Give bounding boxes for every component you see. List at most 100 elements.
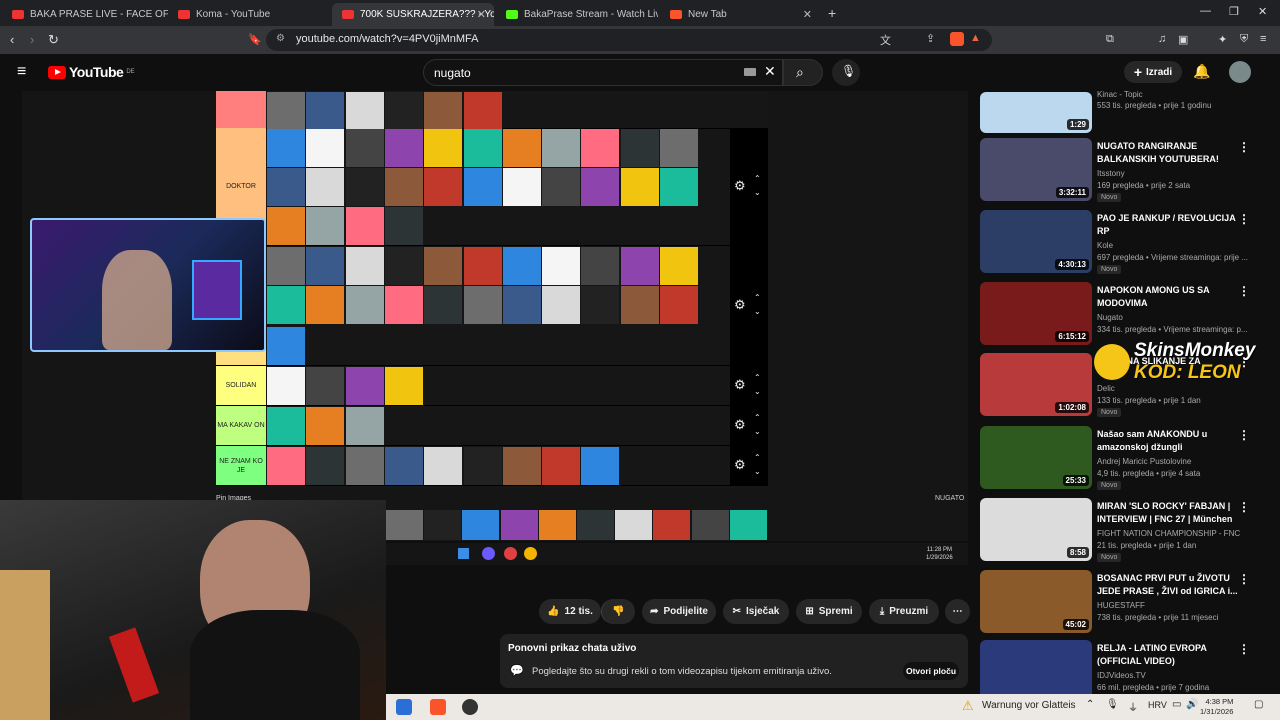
tab-4[interactable]: BakaPrase Stream - Watch Live on Ki <box>496 3 658 26</box>
obs-taskbar-icon[interactable] <box>462 699 478 715</box>
tier-item-thumbnail[interactable] <box>306 407 345 445</box>
extensions-icon[interactable]: ⧉ <box>1106 33 1114 46</box>
video-title[interactable]: NUGATO RANGIRANJE BALKANSKIH YOUTUBERA! <box>1097 140 1247 166</box>
tier-item-thumbnail[interactable] <box>424 129 463 167</box>
tier-item-thumbnail[interactable] <box>620 168 659 206</box>
like-button[interactable]: 👍 12 tis. <box>539 599 601 624</box>
brave-shields-icon[interactable] <box>950 32 964 46</box>
tier-item-thumbnail[interactable] <box>345 92 384 130</box>
search-button[interactable]: ⌕ <box>783 59 823 86</box>
move-up-icon[interactable]: ⌃ <box>754 373 761 382</box>
close-tab-icon[interactable]: ✕ <box>477 8 486 21</box>
tier-item-thumbnail[interactable] <box>424 447 463 485</box>
tier-item-thumbnail[interactable] <box>463 447 502 485</box>
weather-warning[interactable]: Warnung vor Glatteis <box>982 700 1076 711</box>
menu-icon[interactable]: ≡ <box>1260 33 1266 45</box>
tier-item-thumbnail[interactable] <box>345 286 384 324</box>
tab-1[interactable]: BAKA PRASE LIVE - FACE OFF PRE <box>2 3 168 26</box>
move-up-icon[interactable]: ⌃ <box>754 293 761 302</box>
more-options-icon[interactable]: ⋮ <box>1238 284 1250 298</box>
channel-name[interactable]: Andrej Maricic Pustolovine <box>1097 457 1191 466</box>
address-bar[interactable]: ⚙ youtube.com/watch?v=4PV0jiMnMFA 文 ⇪ ▲ <box>266 29 992 51</box>
tier-item-thumbnail[interactable] <box>384 247 423 285</box>
tier-item-thumbnail[interactable] <box>660 286 698 324</box>
site-info-icon[interactable]: ⚙ <box>276 33 285 44</box>
video-thumbnail[interactable]: 45:02 <box>980 570 1092 633</box>
clip-button[interactable]: ✂ Isječak <box>723 599 789 624</box>
media-icon[interactable]: ♫ <box>1158 33 1166 45</box>
more-options-icon[interactable]: ⋮ <box>1238 572 1250 586</box>
tier-item-thumbnail[interactable] <box>542 168 581 206</box>
unranked-thumbnail[interactable] <box>577 510 614 540</box>
settings-gear-icon[interactable]: ⚙ <box>734 417 746 433</box>
video-title[interactable]: Našao sam ANAKONDU u amazonskoj džungli <box>1097 428 1247 454</box>
move-down-icon[interactable]: ⌄ <box>754 387 761 396</box>
tier-item-thumbnail[interactable] <box>345 447 384 485</box>
unranked-thumbnail[interactable] <box>691 510 729 540</box>
minimize-icon[interactable]: — <box>1200 5 1211 17</box>
tier-item-thumbnail[interactable] <box>306 367 345 405</box>
tier-item-thumbnail[interactable] <box>345 247 384 285</box>
tier-item-thumbnail[interactable] <box>502 286 541 324</box>
unranked-thumbnail[interactable] <box>424 510 462 540</box>
tier-item-thumbnail[interactable] <box>267 407 305 445</box>
move-up-icon[interactable]: ⌃ <box>754 174 761 183</box>
more-options-icon[interactable]: ⋮ <box>1238 500 1250 514</box>
move-up-icon[interactable]: ⌃ <box>754 413 761 422</box>
search-input[interactable]: nugato ✕ <box>423 59 783 86</box>
notification-icon[interactable]: ▢ <box>1254 699 1263 710</box>
tier-item-thumbnail[interactable] <box>267 207 305 245</box>
tab-3-active[interactable]: 700K SUSKRAJZERA??? - YouTub ✕ <box>332 3 494 26</box>
tier-item-thumbnail[interactable] <box>267 367 305 405</box>
tier-item-thumbnail[interactable] <box>267 286 305 324</box>
system-clock[interactable]: 4:38 PM 1/31/2026 <box>1200 697 1233 717</box>
tier-item-thumbnail[interactable] <box>384 129 423 167</box>
unranked-thumbnail[interactable] <box>386 510 423 540</box>
unranked-thumbnail[interactable] <box>729 510 767 540</box>
tier-item-thumbnail[interactable] <box>581 286 620 324</box>
channel-name[interactable]: Kole <box>1097 241 1113 250</box>
input-language[interactable]: HRV <box>1148 700 1167 710</box>
tier-item-thumbnail[interactable] <box>384 367 423 405</box>
tier-item-thumbnail[interactable] <box>542 286 581 324</box>
tier-item-thumbnail[interactable] <box>345 168 384 206</box>
new-tab-plus-icon[interactable]: + <box>828 5 836 21</box>
tier-item-thumbnail[interactable] <box>306 129 345 167</box>
move-down-icon[interactable]: ⌄ <box>754 307 761 316</box>
move-up-icon[interactable]: ⌃ <box>754 453 761 462</box>
video-thumbnail[interactable]: 4:30:13 <box>980 210 1092 273</box>
tier-item-thumbnail[interactable] <box>384 286 423 324</box>
tier-item-thumbnail[interactable] <box>660 129 698 167</box>
youtube-logo[interactable]: YouTube DE <box>48 64 135 80</box>
settings-gear-icon[interactable]: ⚙ <box>734 377 746 393</box>
video-title[interactable]: Kinac - Topic <box>1097 88 1247 101</box>
tier-item-thumbnail[interactable] <box>581 247 620 285</box>
tier-item-thumbnail[interactable] <box>620 129 659 167</box>
download-button[interactable]: ⤓ Preuzmi <box>869 599 939 624</box>
tier-item-thumbnail[interactable] <box>267 247 305 285</box>
tier-item-thumbnail[interactable] <box>502 247 541 285</box>
video-thumbnail[interactable]: 1:29 <box>980 92 1092 133</box>
vpn-icon[interactable]: ⛨ <box>1240 33 1248 46</box>
tab-2[interactable]: Koma - YouTube <box>168 3 330 26</box>
video-thumbnail[interactable]: 6:15:12 <box>980 282 1092 345</box>
mic-tray-icon[interactable]: 🎙 <box>1106 699 1119 710</box>
recommendation-card[interactable]: 8:58 MIRAN 'SLO ROCKY' FABJAN | INTERVIEW… <box>980 498 1272 564</box>
tier-item-thumbnail[interactable] <box>306 207 345 245</box>
tier-item-thumbnail[interactable] <box>660 168 698 206</box>
recommendation-card[interactable]: 4:30:13 PAO JE RANKUP / REVOLUCIJA RP Kole… <box>980 210 1272 276</box>
more-options-icon[interactable]: ⋮ <box>1238 642 1250 656</box>
usb-tray-icon[interactable]: ⏚ <box>1128 699 1138 714</box>
recommendation-card[interactable]: 1:29 Kinac - Topic 553 tis. pregleda • pri… <box>980 70 1272 136</box>
video-thumbnail[interactable]: 8:58 <box>980 498 1092 561</box>
back-icon[interactable]: ‹ <box>10 32 14 47</box>
video-title[interactable]: BOSANAC PRVI PUT u ŽIVOTU JEDE PRASE , Ž… <box>1097 572 1247 598</box>
tier-item-thumbnail[interactable] <box>581 129 620 167</box>
share-button[interactable]: ➦ Podijelite <box>642 599 716 624</box>
brave-taskbar-icon[interactable] <box>430 699 446 715</box>
recommendation-card[interactable]: 3:32:11 NUGATO RANGIRANJE BALKANSKIH YOUT… <box>980 138 1272 204</box>
tier-item-thumbnail[interactable] <box>620 247 659 285</box>
recommendation-card[interactable]: 25:33 Našao sam ANAKONDU u amazonskoj džu… <box>980 426 1272 492</box>
forward-icon[interactable]: › <box>30 32 34 47</box>
tier-item-thumbnail[interactable] <box>542 129 581 167</box>
